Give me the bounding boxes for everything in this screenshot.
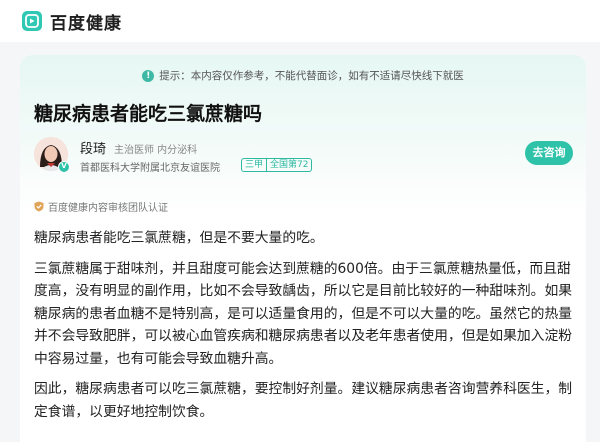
review-note-text: 百度健康内容审核团队认证: [48, 203, 168, 214]
consult-button[interactable]: 去咨询: [525, 141, 573, 165]
doctor-hospital: 首都医科大学附属北京友谊医院: [80, 163, 220, 174]
hospital-tags: 三甲 全国第72: [241, 158, 313, 172]
shield-check-icon: [34, 201, 44, 212]
doctor-title: 主治医师 内分泌科: [114, 145, 198, 156]
author-block: V 段琦 主治医师 内分泌科 首都医科大学附属北京友谊医院 三甲 全国第72 去…: [34, 137, 574, 189]
hospital-tag: 三甲: [245, 160, 264, 170]
article-card: ! 提示：本内容仅作参考，不能代替面诊，如有不适请尽快线下就医 糖尿病患者能吃三…: [20, 55, 586, 442]
disclaimer-text: 提示：本内容仅作参考，不能代替面诊，如有不适请尽快线下就医: [159, 70, 464, 82]
disclaimer-notice: ! 提示：本内容仅作参考，不能代替面诊，如有不适请尽快线下就医: [20, 68, 586, 83]
hospital-tag: 全国第72: [266, 159, 311, 171]
article-paragraph: 糖尿病患者能吃三氯蔗糖，但是不要大量的吃。: [34, 230, 324, 246]
article-body: 糖尿病患者能吃三氯蔗糖，但是不要大量的吃。 三氯蔗糖属于甜味剂，并且甜度可能会达…: [34, 227, 574, 431]
article-header: ! 提示：本内容仅作参考，不能代替面诊，如有不适请尽快线下就医 糖尿病患者能吃三…: [20, 55, 586, 213]
top-bar: 百度健康: [0, 0, 600, 42]
article-paragraph: 因此，糖尿病患者可以吃三氯蔗糖，要控制好剂量。建议糖尿病患者咨询营养科医生，制定…: [34, 381, 573, 420]
verified-icon: V: [58, 161, 70, 173]
article-paragraph: 三氯蔗糖属于甜味剂，并且甜度可能会达到蔗糖的600倍。由于三氯蔗糖热量低，而且甜…: [34, 260, 573, 367]
doctor-name[interactable]: 段琦: [80, 138, 106, 157]
info-icon: !: [142, 69, 155, 82]
baidu-health-logo-icon[interactable]: [22, 11, 42, 31]
review-note: 百度健康内容审核团队认证: [34, 199, 168, 214]
article-title: 糖尿病患者能吃三氯蔗糖吗: [34, 103, 263, 125]
brand-name[interactable]: 百度健康: [50, 9, 122, 34]
